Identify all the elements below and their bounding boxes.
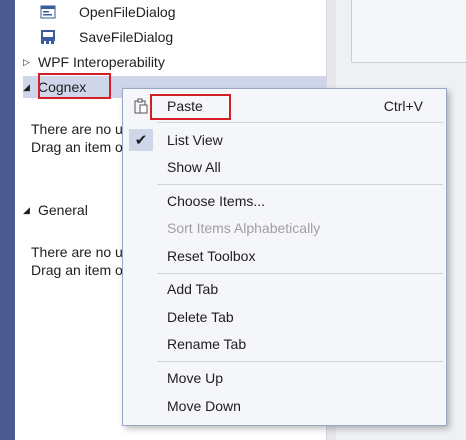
menu-item-reset-toolbox[interactable]: Reset Toolbox xyxy=(123,243,446,269)
menu-separator xyxy=(157,361,443,362)
paste-highlight-box xyxy=(150,94,231,120)
group-header-wpf-interoperability[interactable]: ▷ WPF Interoperability xyxy=(23,51,165,73)
menu-item-label: Choose Items... xyxy=(167,193,266,209)
menu-item-label: Sort Items Alphabetically xyxy=(167,220,321,236)
group-header-general[interactable]: ◢ General xyxy=(23,199,88,221)
expand-arrow-icon: ▷ xyxy=(23,56,30,67)
editor-surface xyxy=(351,0,466,63)
group-header-label: General xyxy=(38,202,88,218)
menu-item-add-tab[interactable]: Add Tab xyxy=(123,276,446,302)
menu-item-label: Add Tab xyxy=(167,281,219,297)
menu-item-delete-tab[interactable]: Delete Tab xyxy=(123,304,446,330)
toolbox-item-label: SaveFileDialog xyxy=(79,29,174,45)
empty-message-line: Drag an item o xyxy=(31,262,123,278)
open-file-dialog-icon xyxy=(40,4,56,20)
toolbox-context-menu: Paste Ctrl+V ✔ List View Show All Choose… xyxy=(122,88,447,426)
menu-item-show-all[interactable]: Show All xyxy=(123,154,446,180)
menu-item-move-down[interactable]: Move Down xyxy=(123,393,446,419)
empty-message-line: Drag an item o xyxy=(31,139,123,155)
menu-separator xyxy=(157,273,443,274)
menu-item-label: Show All xyxy=(167,159,221,175)
menu-separator xyxy=(157,184,443,185)
toolbox-item-label: OpenFileDialog xyxy=(79,4,176,20)
menu-item-label: Delete Tab xyxy=(167,309,234,325)
menu-item-sort-items-alphabetically: Sort Items Alphabetically xyxy=(123,215,446,241)
menu-item-shortcut: Ctrl+V xyxy=(383,98,423,114)
menu-separator xyxy=(157,122,443,123)
menu-item-label: List View xyxy=(167,132,223,148)
menu-item-label: Move Down xyxy=(167,398,241,414)
menu-item-list-view[interactable]: ✔ List View xyxy=(123,127,446,153)
menu-item-rename-tab[interactable]: Rename Tab xyxy=(123,331,446,357)
cognex-empty-message: There are no u Drag an item o xyxy=(31,120,123,156)
menu-item-label: Move Up xyxy=(167,370,224,386)
general-empty-message: There are no u Drag an item o xyxy=(31,243,123,279)
empty-message-line: There are no u xyxy=(31,244,123,260)
menu-item-choose-items[interactable]: Choose Items... xyxy=(123,188,446,214)
menu-item-label: Reset Toolbox xyxy=(167,248,256,264)
menu-item-move-up[interactable]: Move Up xyxy=(123,365,446,391)
cognex-highlight-box xyxy=(38,73,111,99)
save-file-dialog-icon xyxy=(40,29,56,45)
left-dock-strip xyxy=(0,0,15,440)
checkmark-icon: ✔ xyxy=(129,129,153,151)
menu-item-label: Rename Tab xyxy=(167,336,247,352)
group-header-label: WPF Interoperability xyxy=(38,54,165,70)
collapse-arrow-icon: ◢ xyxy=(23,81,30,92)
collapse-arrow-icon: ◢ xyxy=(23,204,30,215)
empty-message-line: There are no u xyxy=(31,121,123,137)
